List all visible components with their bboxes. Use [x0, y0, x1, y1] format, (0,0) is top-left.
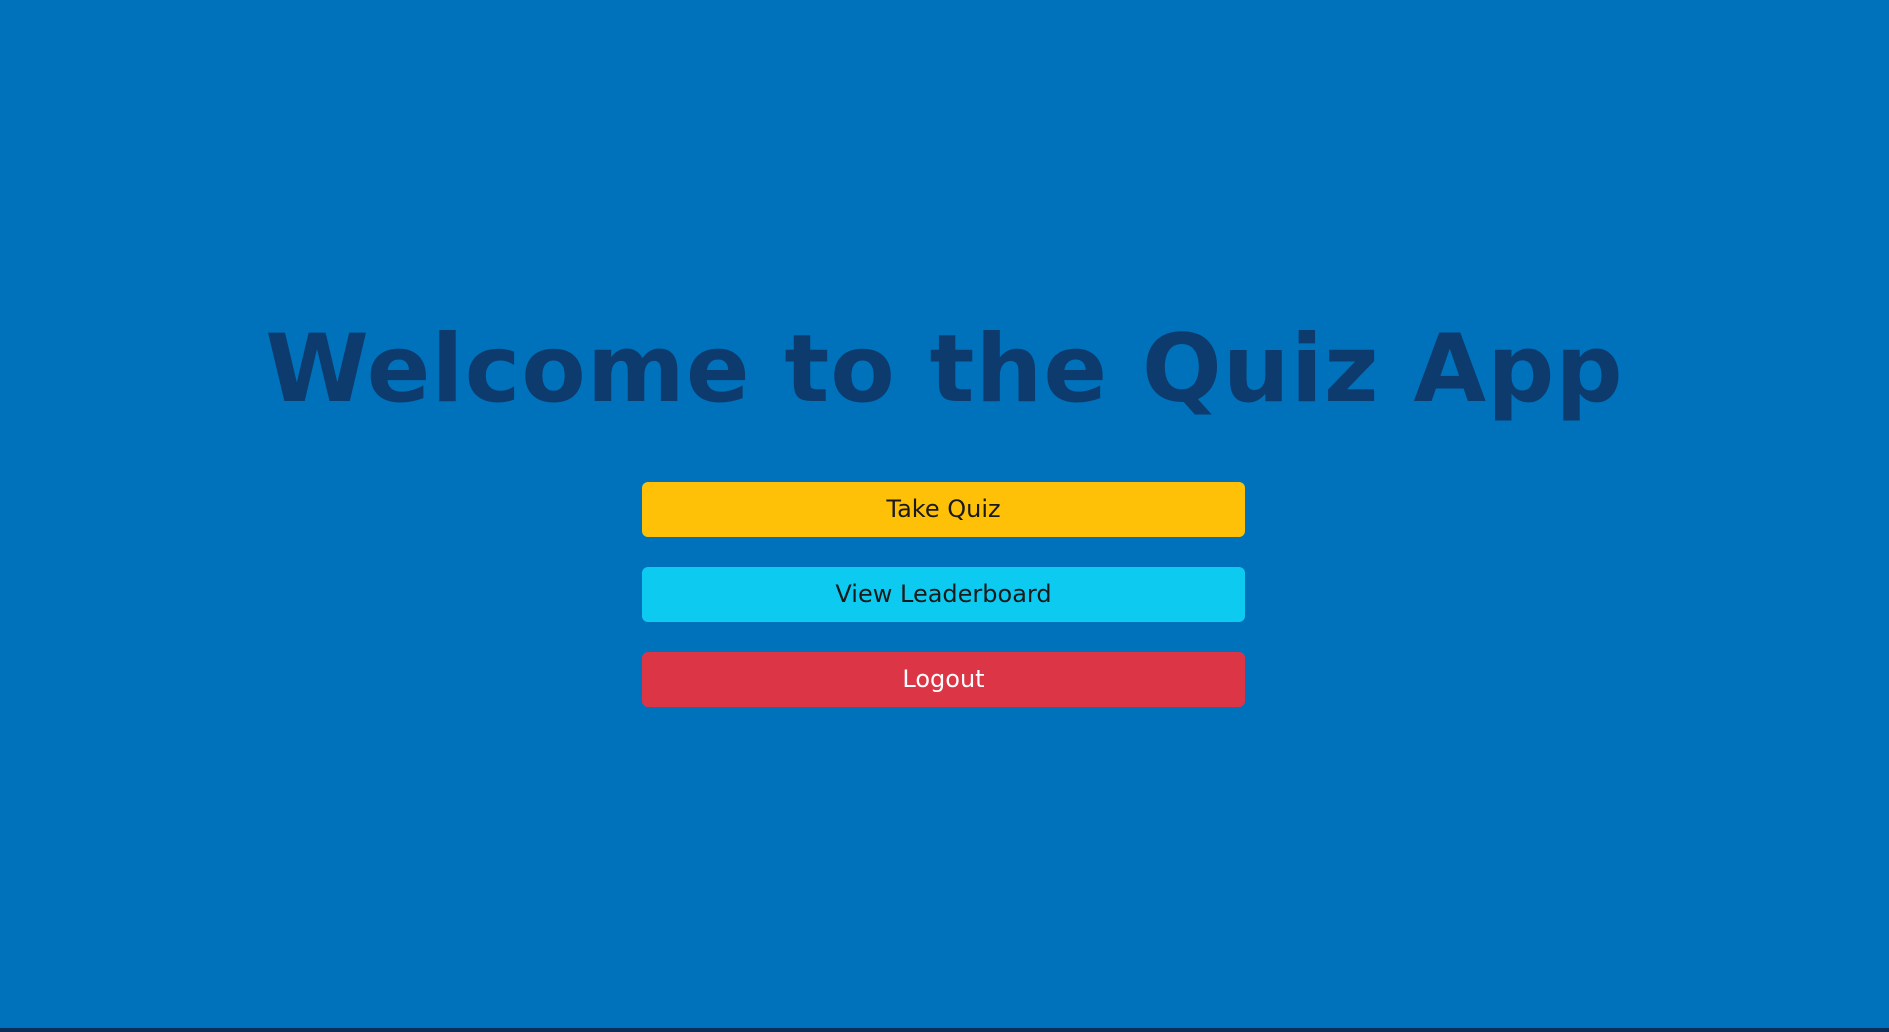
take-quiz-button[interactable]: Take Quiz [642, 482, 1245, 537]
view-leaderboard-button[interactable]: View Leaderboard [642, 567, 1245, 622]
bottom-border [0, 1028, 1889, 1032]
page-title: Welcome to the Quiz App [265, 315, 1624, 424]
logout-button[interactable]: Logout [642, 652, 1245, 707]
home-page: Welcome to the Quiz App Take Quiz View L… [0, 0, 1889, 1028]
main-menu: Take Quiz View Leaderboard Logout [642, 482, 1245, 737]
